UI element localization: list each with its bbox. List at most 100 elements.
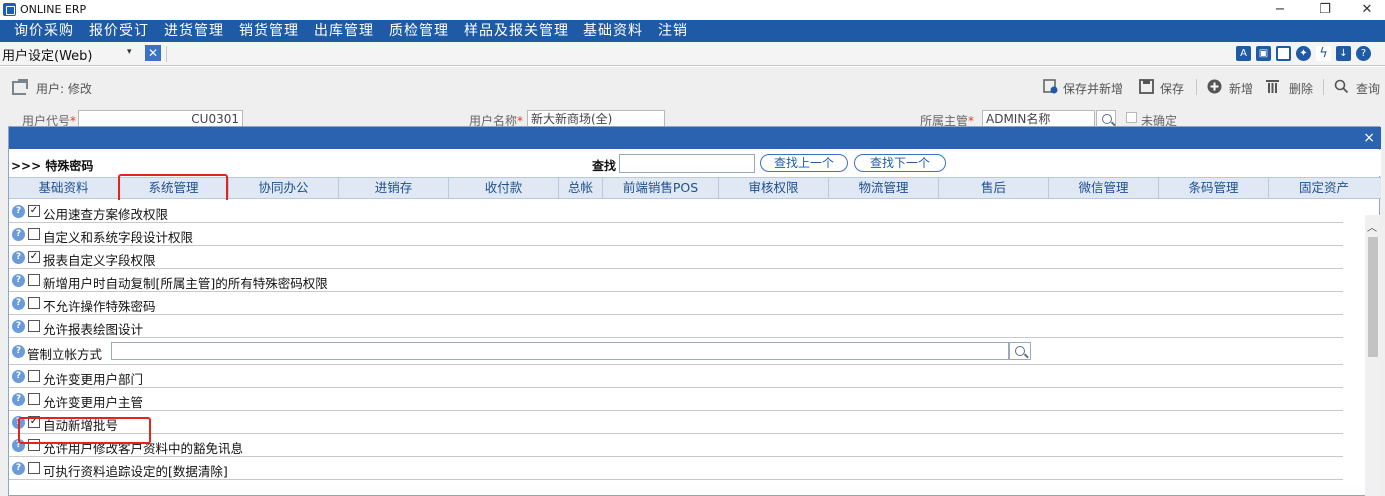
find-prev-button[interactable]: 查找上一个 — [760, 154, 848, 172]
scrollbar[interactable]: ︿ — [1365, 215, 1380, 496]
user-name-input[interactable]: 新大新商场(全) — [527, 110, 665, 126]
unconfirmed-label: 未确定 — [1141, 114, 1178, 126]
maximize-button[interactable]: ❐ — [1310, 1, 1340, 19]
tab-logistics[interactable]: 物流管理 — [829, 178, 939, 198]
tab-collaboration[interactable]: 协同办公 — [229, 178, 339, 198]
account-method-input[interactable] — [111, 342, 1009, 360]
save-new-icon[interactable] — [1043, 79, 1058, 94]
menu-item-logout[interactable]: 注销 — [658, 22, 688, 40]
minimize-button[interactable]: − — [1265, 1, 1295, 19]
save-button[interactable]: 保存 — [1160, 80, 1184, 97]
tab-pos[interactable]: 前端销售POS — [603, 178, 719, 198]
help-icon[interactable]: ? — [1356, 46, 1371, 61]
active-tab-label[interactable]: 用户设定(Web) — [2, 45, 93, 64]
add-button[interactable]: 新增 — [1229, 80, 1253, 97]
permission-label: 允许报表绘图设计 — [43, 322, 144, 337]
menu-item-purchase-mgmt[interactable]: 进货管理 — [164, 22, 224, 40]
chevron-down-icon[interactable]: ▾ — [127, 47, 132, 57]
compass-icon[interactable]: ✦ — [1296, 46, 1311, 61]
menu-item-outbound-mgmt[interactable]: 出库管理 — [314, 22, 374, 40]
permission-checkbox[interactable] — [28, 393, 40, 405]
find-label: 查找 — [592, 159, 617, 173]
tab-wechat[interactable]: 微信管理 — [1049, 178, 1159, 198]
permission-label: 可执行资料追踪设定的[数据清除] — [43, 464, 228, 479]
permission-label: 不允许操作特殊密码 — [43, 299, 156, 314]
flow-icon[interactable]: ϟ — [1316, 46, 1331, 61]
permission-checkbox[interactable] — [28, 297, 40, 309]
help-icon[interactable]: ? — [12, 393, 25, 406]
tab-after-sales[interactable]: 售后 — [939, 178, 1049, 198]
scroll-thumb[interactable] — [1368, 237, 1378, 357]
help-icon[interactable]: ? — [12, 320, 25, 333]
permission-checkbox[interactable]: ✓ — [28, 251, 40, 263]
download-icon[interactable]: ↓ — [1336, 46, 1351, 61]
list-item: ? 允许报表绘图设计 — [9, 315, 1343, 338]
list-item: ? 允许变更用户主管 — [9, 388, 1343, 411]
tab-general-ledger[interactable]: 总帐 — [559, 178, 603, 198]
find-input[interactable] — [619, 154, 755, 173]
help-icon[interactable]: ? — [12, 251, 25, 264]
search-icon — [1102, 114, 1112, 124]
save-icon[interactable] — [1139, 79, 1154, 94]
help-icon[interactable]: ? — [12, 228, 25, 241]
permission-checkbox[interactable] — [28, 228, 40, 240]
permission-checkbox[interactable]: ✓ — [28, 205, 40, 217]
supervisor-input[interactable]: ADMIN名称 — [982, 110, 1095, 126]
save-and-new-button[interactable]: 保存并新增 — [1063, 80, 1123, 97]
user-name-label: 用户名称* — [469, 114, 524, 126]
tab-approval[interactable]: 审核权限 — [719, 178, 829, 198]
trash-icon[interactable] — [1265, 79, 1280, 94]
account-method-search-button[interactable] — [1009, 342, 1031, 360]
help-icon[interactable]: ? — [12, 274, 25, 287]
close-window-button[interactable]: ✕ — [1352, 1, 1382, 19]
search-icon[interactable] — [1334, 79, 1349, 94]
menu-item-basic-data[interactable]: 基础资料 — [583, 22, 643, 40]
menu-item-sample-customs[interactable]: 样品及报关管理 — [464, 22, 569, 40]
window-icon[interactable]: ▣ — [1256, 46, 1271, 61]
copy-icon — [12, 79, 28, 95]
help-icon[interactable]: ? — [12, 205, 25, 218]
divider — [1196, 79, 1197, 95]
list-item: ? ✓ 自动新增批号 — [9, 411, 1343, 434]
tab-basic-data[interactable]: 基础资料 — [9, 178, 119, 198]
permission-checkbox[interactable] — [28, 274, 40, 286]
user-code-label: 用户代号* — [22, 114, 77, 126]
tab-inventory[interactable]: 进销存 — [339, 178, 449, 198]
find-next-button[interactable]: 查找下一个 — [854, 154, 946, 172]
calendar-icon[interactable] — [1276, 46, 1291, 61]
chevron-up-icon[interactable]: ︿ — [1367, 219, 1377, 234]
menu-item-qc-mgmt[interactable]: 质检管理 — [389, 22, 449, 40]
menu-item-quote-order[interactable]: 报价受订 — [89, 22, 149, 40]
list-item: ? ✓ 报表自定义字段权限 — [9, 246, 1343, 269]
dialog-heading: >>> 特殊密码 — [11, 159, 94, 173]
permission-label: 自定义和系统字段设计权限 — [43, 230, 194, 245]
divider — [166, 46, 167, 62]
permission-checkbox[interactable] — [28, 320, 40, 332]
delete-button[interactable]: 删除 — [1289, 80, 1313, 97]
add-icon[interactable] — [1207, 79, 1222, 94]
unconfirmed-checkbox[interactable] — [1126, 112, 1137, 123]
query-button[interactable]: 查询 — [1356, 80, 1380, 97]
divider — [1323, 79, 1324, 95]
user-code-label-text: 用户代号 — [22, 114, 71, 126]
close-tab-button[interactable]: ✕ — [145, 45, 161, 61]
menu-item-inquiry-purchase[interactable]: 询价采购 — [14, 22, 74, 40]
tab-barcode[interactable]: 条码管理 — [1159, 178, 1269, 198]
tab-payments[interactable]: 收付款 — [449, 178, 559, 198]
user-code-input[interactable]: CU0301 — [78, 110, 243, 126]
permission-checkbox[interactable] — [28, 462, 40, 474]
help-icon[interactable]: ? — [12, 297, 25, 310]
close-dialog-button[interactable]: × — [1363, 129, 1375, 147]
help-icon[interactable]: ? — [12, 462, 25, 475]
dialog-header: >>> 特殊密码 查找 查找上一个 查找下一个 — [9, 150, 1381, 176]
help-icon[interactable]: ? — [12, 345, 25, 358]
supervisor-search-button[interactable] — [1096, 110, 1116, 126]
list-item: ? ✓ 公用速查方案修改权限 — [9, 200, 1343, 223]
tab-fixed-assets[interactable]: 固定资产 — [1269, 178, 1379, 198]
list-item: ? 管制立帐方式 — [9, 338, 1343, 365]
menu-item-sales-mgmt[interactable]: 销货管理 — [239, 22, 299, 40]
list-item: ? 新增用户时自动复制[所属主管]的所有特殊密码权限 — [9, 269, 1343, 292]
font-icon[interactable]: A — [1236, 46, 1251, 61]
permission-checkbox[interactable] — [28, 370, 40, 382]
help-icon[interactable]: ? — [12, 370, 25, 383]
